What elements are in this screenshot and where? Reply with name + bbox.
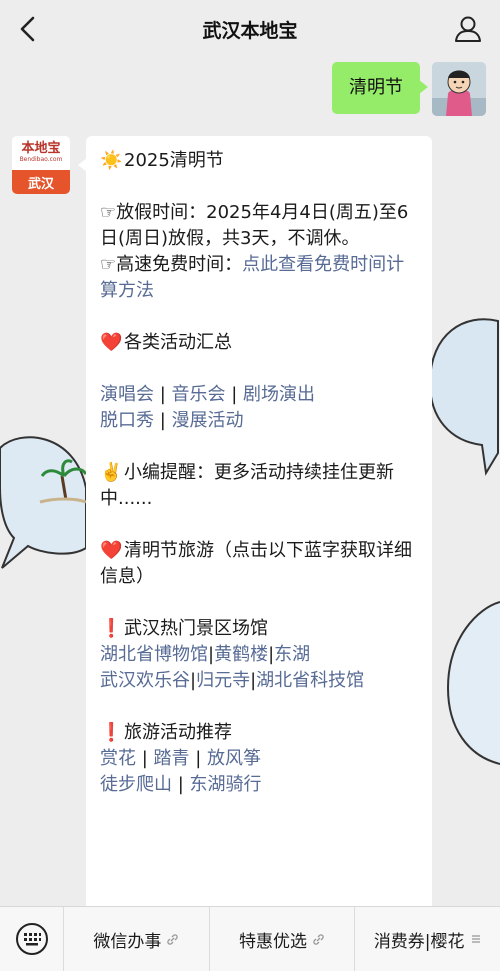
exclamation-icon: ❗ bbox=[100, 618, 123, 639]
link-icon bbox=[312, 933, 325, 946]
travel-heading-line: ❤️清明节旅游（点击以下蓝字获取详细信息） bbox=[100, 538, 418, 590]
link-spring-outing[interactable]: 踏青 bbox=[154, 748, 190, 769]
keyboard-toggle-button[interactable] bbox=[0, 906, 64, 971]
menu-item-label: 特惠优选 bbox=[239, 931, 307, 952]
victory-hand-icon: ✌️ bbox=[100, 462, 123, 483]
activities-links-row-1: 赏花 | 踏青 | 放风筝 bbox=[100, 748, 262, 769]
bot-avatar[interactable]: 本地宝 Bendibao.com 武汉 bbox=[12, 136, 70, 194]
holiday-label: ☞放假时间： bbox=[100, 202, 207, 223]
menu-item-label: 消费券|樱花 bbox=[373, 931, 465, 952]
link-happy-valley[interactable]: 武汉欢乐谷 bbox=[100, 670, 190, 691]
submenu-icon bbox=[470, 933, 482, 945]
spots-heading: 武汉热门景区场馆 bbox=[124, 618, 268, 639]
menu-item-wechat-services[interactable]: 微信办事 bbox=[64, 906, 210, 971]
background-bubble-doodle-right bbox=[428, 318, 499, 476]
avatar-brand-text: 本地宝 bbox=[21, 141, 61, 156]
heart-icon: ❤️ bbox=[100, 332, 123, 353]
background-bubble-doodle-bottom bbox=[446, 601, 500, 765]
toll-label: ☞高速免费时间： bbox=[100, 254, 243, 275]
link-flower-viewing[interactable]: 赏花 bbox=[100, 748, 136, 769]
bottom-menu-bar: 微信办事 特惠优选 消费券|樱花 bbox=[0, 906, 500, 971]
activities-heading: 旅游活动推荐 bbox=[124, 722, 232, 743]
activities-heading-line: ❗旅游活动推荐 bbox=[100, 720, 418, 746]
toll-line: ☞高速免费时间：点此查看免费时间计算方法 bbox=[100, 252, 418, 304]
spots-heading-line: ❗武汉热门景区场馆 bbox=[100, 616, 418, 642]
chat-title: 武汉本地宝 bbox=[202, 19, 298, 42]
link-guiyuan-temple[interactable]: 归元寺 bbox=[196, 670, 250, 691]
background-bubble-doodle-left bbox=[0, 436, 88, 569]
reminder-text: 小编提醒：更多活动持续挂住更新中...... bbox=[100, 462, 394, 509]
spots-links-row-1: 湖北省博物馆|黄鹤楼|东湖 bbox=[100, 644, 311, 665]
avatar-cartoon-image bbox=[432, 62, 486, 116]
spots-links-row-2: 武汉欢乐谷|归元寺|湖北省科技馆 bbox=[100, 670, 365, 691]
profile-icon[interactable] bbox=[452, 13, 484, 45]
menu-item-label: 微信办事 bbox=[93, 931, 162, 952]
back-arrow-icon[interactable] bbox=[12, 12, 46, 46]
message-heading: 2025清明节 bbox=[124, 150, 224, 171]
sun-icon: ☀️ bbox=[100, 150, 123, 171]
events-links-row-1: 演唱会 | 音乐会 | 剧场演出 bbox=[100, 384, 316, 405]
menu-item-special-offers[interactable]: 特惠优选 bbox=[210, 906, 356, 971]
reminder-line: ✌️小编提醒：更多活动持续挂住更新中...... bbox=[100, 460, 418, 512]
message-heading-line: ☀️2025清明节 bbox=[100, 148, 418, 174]
link-theater[interactable]: 剧场演出 bbox=[243, 384, 315, 405]
events-heading: 各类活动汇总 bbox=[124, 332, 232, 353]
link-science-museum[interactable]: 湖北省科技馆 bbox=[256, 670, 364, 691]
link-east-lake-cycling[interactable]: 东湖骑行 bbox=[190, 774, 262, 795]
bot-message-bubble: ☀️2025清明节 ☞放假时间：2025年4月4日(周五)至6日(周日)放假，共… bbox=[78, 136, 432, 906]
keyboard-icon bbox=[15, 923, 48, 955]
link-talk-show[interactable]: 脱口秀 bbox=[100, 410, 154, 431]
link-kite-flying[interactable]: 放风筝 bbox=[207, 748, 261, 769]
events-links-row-2: 脱口秀 | 漫展活动 bbox=[100, 410, 244, 431]
holiday-line: ☞放假时间：2025年4月4日(周五)至6日(周日)放假，共3天，不调休。 bbox=[100, 200, 418, 252]
link-comic-expo[interactable]: 漫展活动 bbox=[172, 410, 244, 431]
my-message-bubble[interactable]: 清明节 bbox=[332, 62, 428, 114]
link-icon bbox=[166, 933, 179, 946]
events-heading-line: ❤️各类活动汇总 bbox=[100, 330, 418, 356]
activities-links-row-2: 徒步爬山 | 东湖骑行 bbox=[100, 774, 262, 795]
chat-area[interactable]: 清明节 本地宝 Bendibao.com 武汉 ☀️2025清明节 ☞放假时间：… bbox=[0, 58, 500, 906]
link-music-concert[interactable]: 音乐会 bbox=[172, 384, 226, 405]
link-east-lake[interactable]: 东湖 bbox=[274, 644, 310, 665]
link-hiking[interactable]: 徒步爬山 bbox=[100, 774, 172, 795]
link-concert[interactable]: 演唱会 bbox=[100, 384, 154, 405]
link-yellow-crane-tower[interactable]: 黄鹤楼 bbox=[214, 644, 268, 665]
exclamation-icon: ❗ bbox=[100, 722, 123, 743]
travel-heading: 清明节旅游（点击以下蓝字获取详细信息） bbox=[100, 540, 412, 587]
menu-item-coupons-cherry[interactable]: 消费券|樱花 bbox=[355, 907, 500, 971]
heart-icon: ❤️ bbox=[100, 540, 123, 561]
my-message-row: 清明节 bbox=[332, 62, 486, 116]
my-avatar[interactable] bbox=[432, 62, 486, 116]
link-hubei-museum[interactable]: 湖北省博物馆 bbox=[100, 644, 208, 665]
top-bar: 武汉本地宝 bbox=[0, 0, 500, 58]
avatar-city-label: 武汉 bbox=[12, 170, 70, 194]
avatar-brand-en-text: Bendibao.com bbox=[19, 156, 63, 163]
